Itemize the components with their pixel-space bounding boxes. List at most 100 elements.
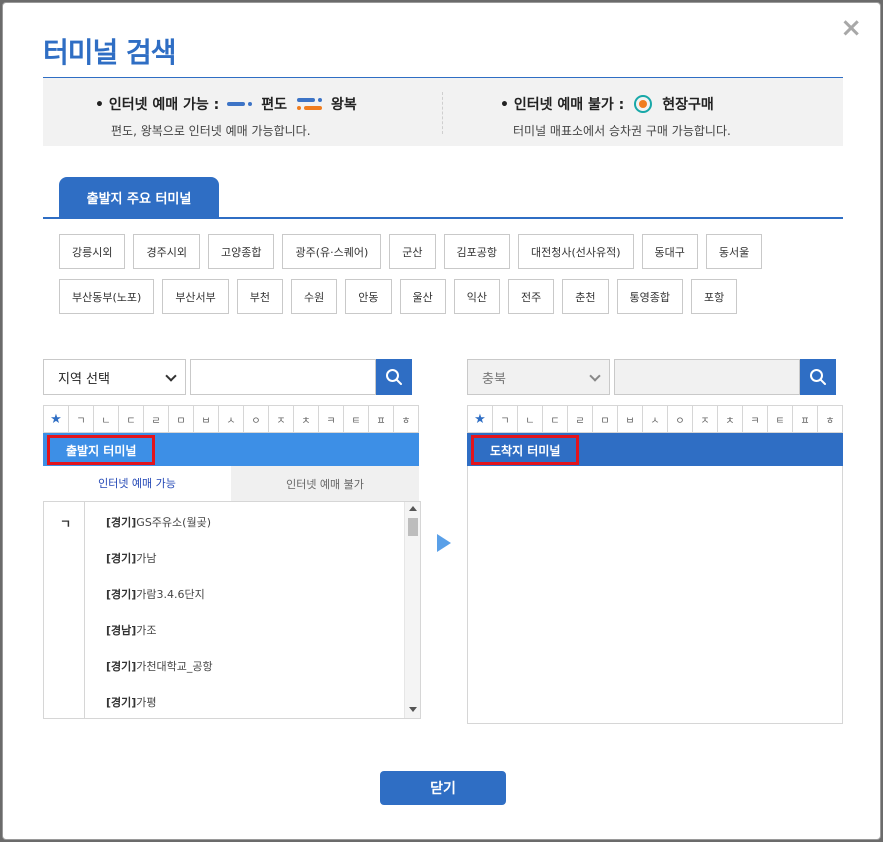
- scroll-thumb[interactable]: [408, 518, 418, 536]
- close-button[interactable]: 닫기: [380, 771, 506, 805]
- terminal-chip[interactable]: 부천: [236, 279, 284, 314]
- terminal-chip[interactable]: 울산: [399, 279, 446, 314]
- terminal-chip[interactable]: 동서울: [705, 234, 763, 269]
- arrival-terminal-label: 도착지 터미널: [471, 435, 580, 465]
- consonant-filter[interactable]: ㄷ: [119, 405, 144, 433]
- arrival-search-button[interactable]: [800, 359, 836, 395]
- consonant-filter[interactable]: ㅇ: [668, 405, 693, 433]
- departure-search-button[interactable]: [376, 359, 412, 395]
- terminal-name: GS주유소(월곶): [136, 516, 211, 529]
- terminal-name: 가람3.4.6단지: [136, 588, 205, 601]
- terminal-chip[interactable]: 익산: [453, 279, 501, 314]
- list-item[interactable]: [경남]가조: [106, 622, 157, 638]
- onsite-purchase-icon: [634, 95, 653, 113]
- terminal-chip[interactable]: 김포공항: [443, 234, 510, 269]
- terminal-chip[interactable]: 대전청사(선사유적): [518, 234, 634, 269]
- consonant-filter[interactable]: ㅋ: [743, 405, 768, 433]
- consonant-filter[interactable]: ㅊ: [718, 405, 743, 433]
- terminal-chip[interactable]: 전주: [508, 279, 555, 314]
- consonant-filter[interactable]: ㄴ: [94, 405, 119, 433]
- list-item[interactable]: [경기]가평: [106, 694, 157, 710]
- booking-legend: • 인터넷 예매 가능 : 편도 왕복 편도, 왕복으로 인터넷 예매 가능합니…: [43, 78, 843, 146]
- consonant-filter[interactable]: ㅁ: [593, 405, 618, 433]
- terminal-chip[interactable]: 포항: [691, 279, 738, 314]
- legend-internet-unavailable: • 인터넷 예매 불가 : 현장구매 터미널 매표소에서 승차권 구매 가능합니…: [443, 78, 843, 146]
- consonant-filter[interactable]: ㄴ: [518, 405, 543, 433]
- terminal-chip[interactable]: 부산서부: [162, 279, 229, 314]
- region-select[interactable]: 지역 선택: [43, 359, 186, 395]
- consonant-filter[interactable]: ㅁ: [169, 405, 194, 433]
- terminal-chip[interactable]: 안동: [345, 279, 392, 314]
- departure-subtabs: 인터넷 예매 가능 인터넷 예매 불가: [43, 466, 419, 501]
- terminal-chip[interactable]: 군산: [389, 234, 436, 269]
- consonant-filter[interactable]: ㅍ: [793, 405, 818, 433]
- consonant-filter[interactable]: ㅎ: [394, 405, 419, 433]
- terminal-chip[interactable]: 통영종합: [616, 279, 684, 314]
- terminal-chip[interactable]: 부산동부(노포): [59, 279, 155, 314]
- consonant-filter[interactable]: ㅈ: [693, 405, 718, 433]
- tab-divider: [43, 217, 843, 219]
- terminal-row-1: 강릉시외 경주시외 고양종합 광주(유·스퀘어) 군산 김포공항 대전청사(선사유적) 동대구…: [59, 234, 763, 269]
- list-item[interactable]: [경기]가람3.4.6단지: [106, 586, 205, 602]
- consonant-filter[interactable]: ㅊ: [294, 405, 319, 433]
- departure-search-input[interactable]: [190, 359, 376, 395]
- consonant-filter[interactable]: ㅂ: [194, 405, 219, 433]
- terminal-region: [경기]: [106, 660, 137, 673]
- search-icon: [810, 369, 826, 385]
- consonant-filter[interactable]: ㄱ: [69, 405, 94, 433]
- arrival-region-select[interactable]: 충북: [467, 359, 610, 395]
- terminal-name: 가남: [136, 552, 157, 565]
- consonant-filter[interactable]: ㅋ: [319, 405, 344, 433]
- oneway-label: 편도: [261, 97, 287, 113]
- oneway-icon: [227, 99, 253, 109]
- arrival-region-value: 충북: [482, 371, 506, 387]
- region-select-value: 지역 선택: [58, 371, 110, 387]
- terminal-chip[interactable]: 춘천: [562, 279, 609, 314]
- legend-available-heading: • 인터넷 예매 가능 :: [95, 97, 220, 113]
- list-item[interactable]: [경기]가천대학교_공항: [106, 658, 213, 674]
- tab-internet-unavailable[interactable]: 인터넷 예매 불가: [231, 466, 419, 501]
- consonant-filter[interactable]: ㅂ: [618, 405, 643, 433]
- legend-available-desc: 편도, 왕복으로 인터넷 예매 가능합니다.: [111, 124, 311, 138]
- consonant-filter[interactable]: ㅈ: [269, 405, 294, 433]
- terminal-chip[interactable]: 광주(유·스퀘어): [282, 234, 382, 269]
- scroll-down-icon[interactable]: [409, 707, 417, 712]
- terminal-chip[interactable]: 수원: [291, 279, 338, 314]
- consonant-filter[interactable]: ㅌ: [344, 405, 369, 433]
- chevron-down-icon: [165, 370, 177, 382]
- onsite-label: 현장구매: [662, 97, 714, 113]
- consonant-filter[interactable]: ㄷ: [543, 405, 568, 433]
- consonant-filter[interactable]: ㅅ: [643, 405, 668, 433]
- terminal-region: [경기]: [106, 696, 137, 709]
- scroll-up-icon[interactable]: [409, 506, 417, 511]
- tab-major-departure-terminals[interactable]: 출발지 주요 터미널: [59, 177, 219, 217]
- list-item[interactable]: [경기]가남: [106, 550, 157, 566]
- consonant-filter[interactable]: ㅇ: [244, 405, 269, 433]
- terminal-chip[interactable]: 동대구: [641, 234, 698, 269]
- star-icon[interactable]: ★: [467, 405, 493, 433]
- group-label: ㄱ: [60, 517, 72, 531]
- terminal-region: [경기]: [106, 516, 137, 529]
- consonant-index: ★ ㄱㄴㄷㄹㅁㅂㅅㅇㅈㅊㅋㅌㅍㅎ: [467, 405, 843, 433]
- consonant-filter[interactable]: ㄹ: [144, 405, 169, 433]
- arrival-search-input[interactable]: [614, 359, 800, 395]
- consonant-filter[interactable]: ㄱ: [493, 405, 518, 433]
- terminal-name: 가천대학교_공항: [136, 660, 213, 673]
- list-scrollbar[interactable]: [404, 502, 420, 718]
- consonant-filter[interactable]: ㅌ: [768, 405, 793, 433]
- consonant-filter[interactable]: ㄹ: [568, 405, 593, 433]
- terminal-search-modal: 터미널 검색 × • 인터넷 예매 가능 : 편도 왕복 편도, 왕복으로 인터…: [2, 2, 881, 840]
- arrow-right-icon: [437, 534, 451, 552]
- consonant-filter[interactable]: ㅍ: [369, 405, 394, 433]
- close-icon[interactable]: ×: [840, 15, 862, 41]
- terminal-chip[interactable]: 강릉시외: [59, 234, 126, 269]
- terminal-chip[interactable]: 고양종합: [207, 234, 275, 269]
- consonant-filter[interactable]: ㅎ: [818, 405, 843, 433]
- terminal-region: [경남]: [106, 624, 137, 637]
- roundtrip-label: 왕복: [330, 97, 357, 113]
- terminal-chip[interactable]: 경주시외: [133, 234, 200, 269]
- tab-internet-available[interactable]: 인터넷 예매 가능: [43, 466, 231, 501]
- consonant-filter[interactable]: ㅅ: [219, 405, 244, 433]
- list-item[interactable]: [경기]GS주유소(월곶): [106, 514, 211, 530]
- star-icon[interactable]: ★: [43, 405, 69, 433]
